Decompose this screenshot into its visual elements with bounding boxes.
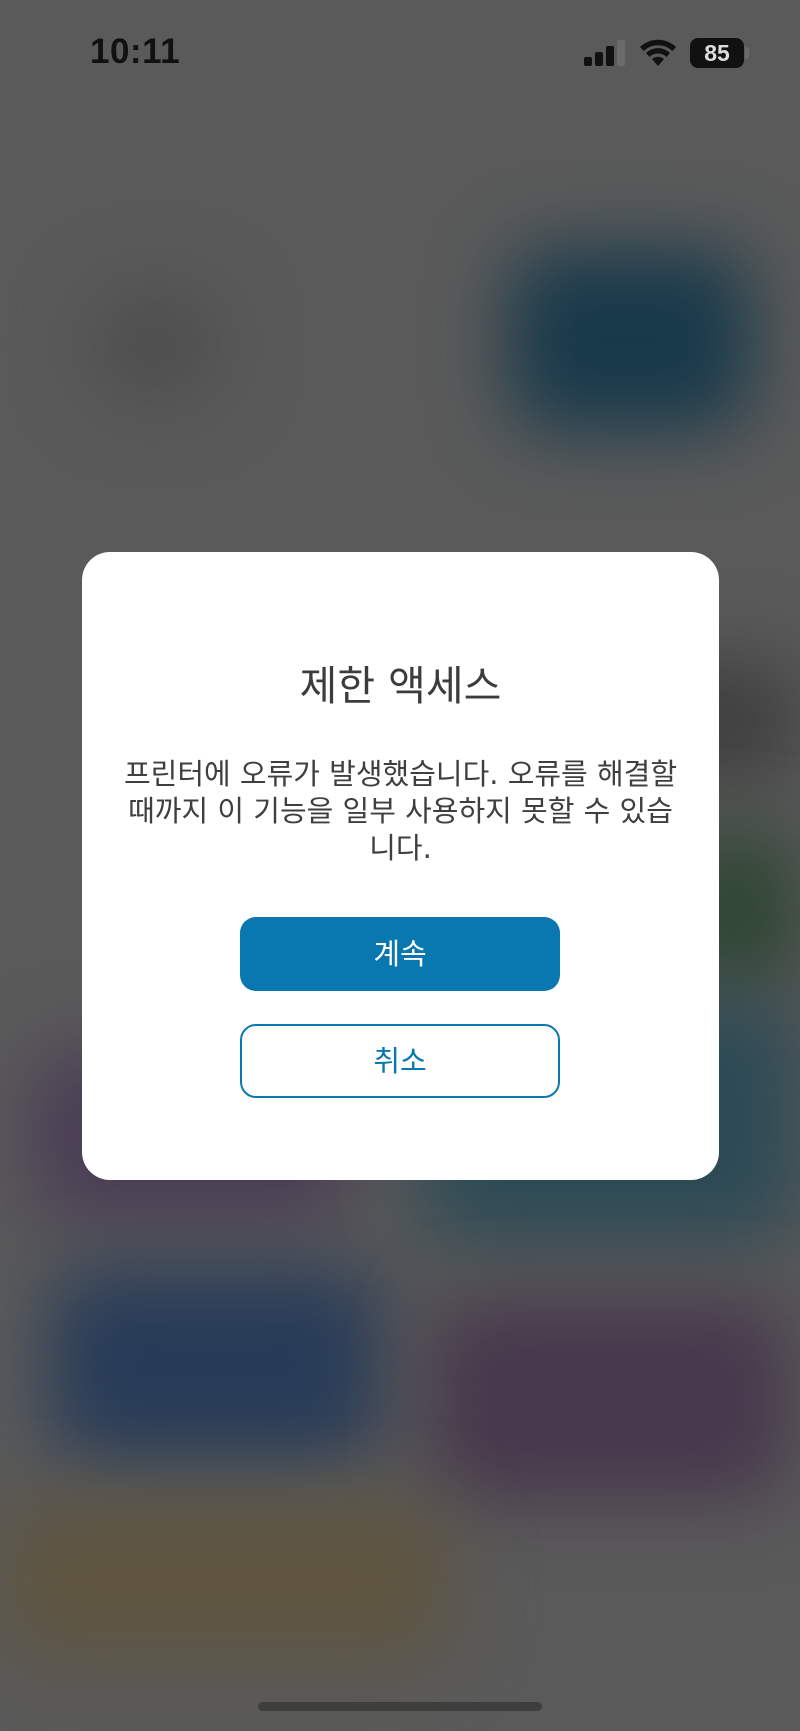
blurred-background-content — [50, 1270, 380, 1460]
dialog-message: 프린터에 오류가 발생했습니다. 오류를 해결할 때까지 이 기능을 일부 사용… — [123, 757, 677, 865]
blurred-background-content — [510, 250, 750, 430]
blurred-background-content — [0, 1500, 450, 1660]
restricted-access-dialog: 제한 액세스 프린터에 오류가 발생했습니다. 오류를 해결할 때까지 이 기능… — [82, 552, 719, 1180]
continue-button[interactable]: 계속 — [240, 917, 560, 991]
blurred-background-content — [90, 290, 220, 400]
cellular-signal-icon — [584, 40, 626, 66]
app-screen: 10:11 85 제한 액세스 프린터에 오류가 발생했습니다. 오류를 해결할… — [0, 0, 800, 1731]
battery-icon: 85 — [690, 38, 744, 68]
dialog-title: 제한 액세스 — [299, 662, 502, 710]
wifi-icon — [640, 39, 676, 66]
status-time: 10:11 — [90, 32, 181, 71]
battery-cap — [745, 47, 749, 59]
status-bar: 10:11 85 — [0, 0, 800, 110]
blurred-background-content — [430, 1300, 790, 1500]
home-indicator[interactable] — [258, 1702, 542, 1711]
cancel-button[interactable]: 취소 — [240, 1024, 560, 1098]
